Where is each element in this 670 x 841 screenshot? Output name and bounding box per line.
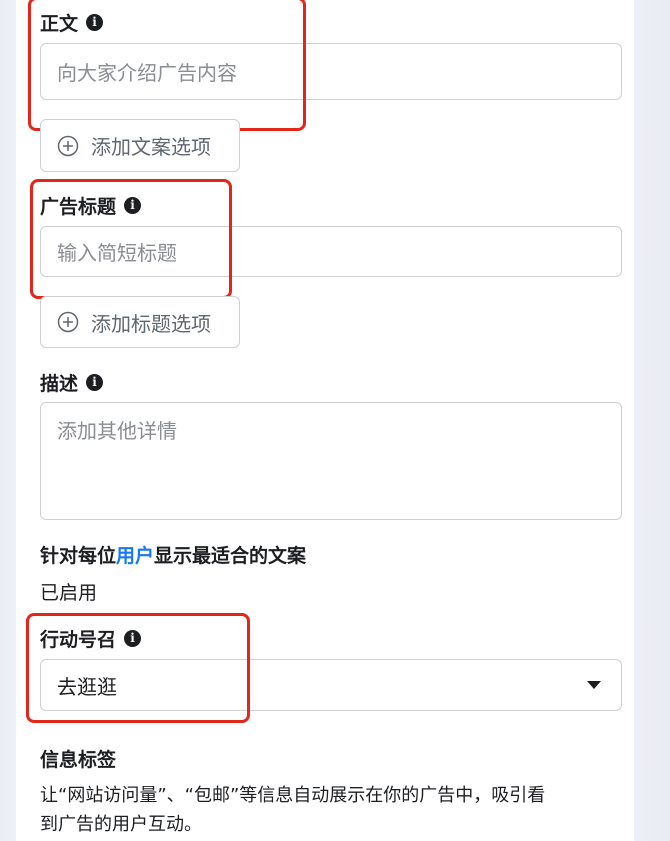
description-label: 描述 i xyxy=(40,369,104,396)
call-to-action-select[interactable]: 去逛逛 xyxy=(40,659,622,711)
headline-label: 广告标题 i xyxy=(40,192,142,219)
optimize-status: 已启用 xyxy=(40,582,98,604)
plus-circle-icon xyxy=(57,311,79,333)
info-icon[interactable]: i xyxy=(86,14,104,31)
call-to-action-label: 行动号召 i xyxy=(40,625,142,652)
plus-circle-icon xyxy=(57,135,79,156)
caret-down-icon xyxy=(587,681,601,689)
info-icon[interactable]: i xyxy=(86,374,104,391)
optimize-text-title: 针对每位用户显示最适合的文案 xyxy=(40,545,307,567)
primary-text-input[interactable]: 向大家介绍广告内容 xyxy=(40,43,622,100)
info-icon[interactable]: i xyxy=(124,630,142,647)
optimize-user-link[interactable]: 用户 xyxy=(116,545,154,567)
add-primary-text-option-button[interactable]: 添加文案选项 xyxy=(40,119,240,172)
info-labels-description: 让“网站访问量”、“包邮”等信息自动展示在你的广告中，吸引看 到广告的用户互动。 xyxy=(40,785,546,835)
description-textarea[interactable]: 添加其他详情 xyxy=(40,402,622,520)
info-icon[interactable]: i xyxy=(124,197,142,214)
add-headline-option-button[interactable]: 添加标题选项 xyxy=(40,296,240,348)
primary-text-label: 正文 i xyxy=(40,9,104,36)
headline-input[interactable]: 输入简短标题 xyxy=(40,226,622,277)
info-labels-title: 信息标签 xyxy=(40,749,117,771)
